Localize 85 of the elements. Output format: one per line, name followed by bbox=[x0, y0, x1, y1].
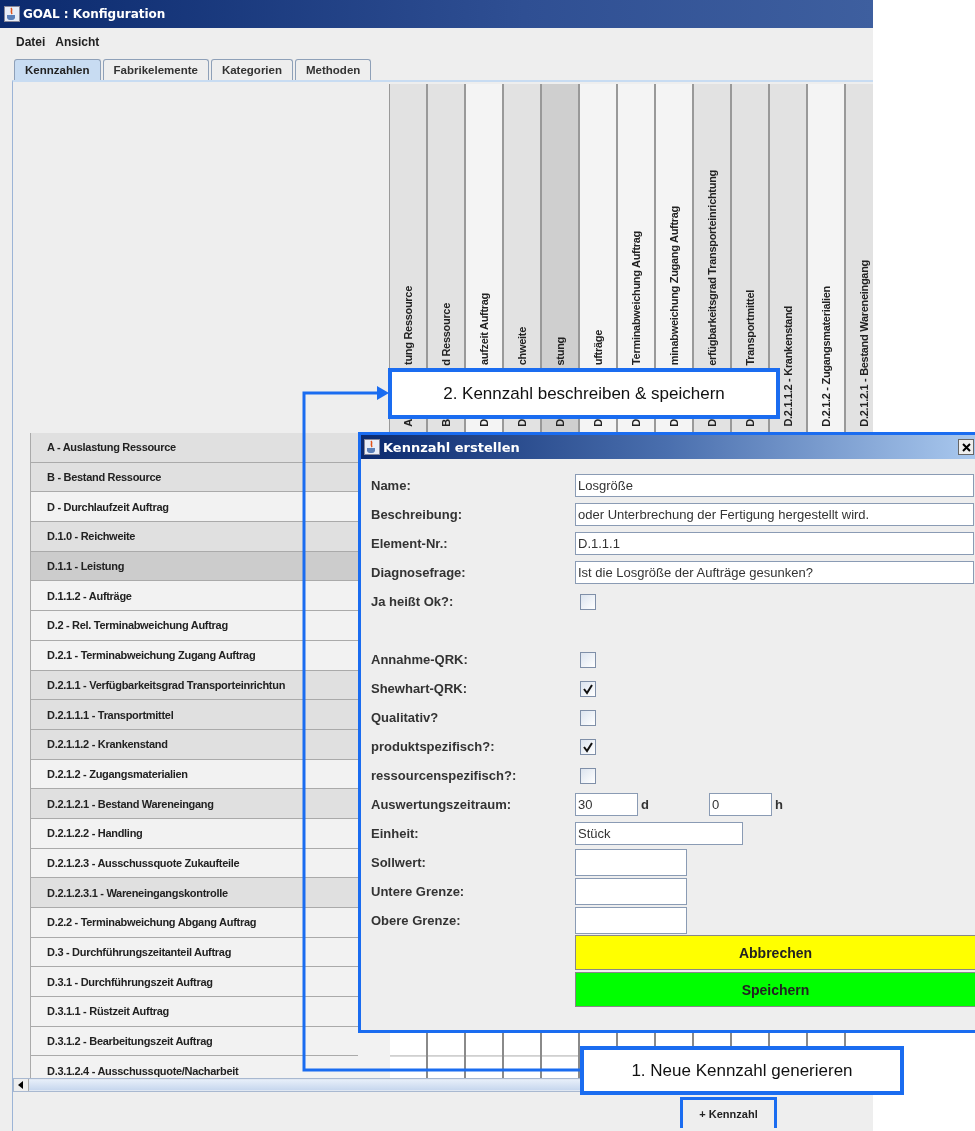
callout-tooltip: 1. Neue Kennzahl generieren bbox=[580, 1046, 904, 1095]
row-header[interactable]: D.2.1.2.3.1 - Wareneingangskontrolle bbox=[30, 878, 358, 908]
row-header[interactable]: D.2.1.2.1 - Bestand Wareneingang bbox=[30, 789, 358, 819]
dialog-title: Kennzahl erstellen bbox=[383, 439, 520, 455]
column-label: D bbox=[706, 419, 718, 427]
row-header[interactable]: D.2.1.1.1 - Transportmittel bbox=[30, 700, 358, 730]
row-header[interactable]: D.1.0 - Reichweite bbox=[30, 522, 358, 552]
menu-item[interactable]: Datei bbox=[16, 35, 46, 49]
input-field[interactable]: 0 bbox=[709, 793, 772, 816]
input-field[interactable]: oder Unterbrechung der Fertigung hergestellt wird. bbox=[575, 503, 974, 526]
column-label: erfügbarkeitsgrad Transporteinrichtung bbox=[706, 169, 718, 366]
row-header[interactable]: D.2.2 - Terminabweichung Abgang Auftrag bbox=[30, 908, 358, 938]
field-label: Element-Nr.: bbox=[371, 536, 449, 551]
cancel-button[interactable]: Abbrechen bbox=[575, 935, 975, 970]
row-header[interactable]: D.3 - Durchführungszeitanteil Auftrag bbox=[30, 937, 358, 968]
tab[interactable]: Kennzahlen bbox=[14, 59, 101, 80]
row-header[interactable]: D.1.1.2 - Aufträge bbox=[30, 581, 358, 612]
column-header[interactable]: D.2.1.2.1 - Bestand Wareneingang bbox=[846, 84, 873, 433]
column-label: stung bbox=[554, 336, 566, 366]
add-button[interactable]: + Kennzahl bbox=[680, 1097, 777, 1128]
field-label: produktspezifisch?: bbox=[371, 739, 496, 754]
column-header[interactable]: D.2.1.2 - Zugangsmaterialien bbox=[808, 84, 846, 433]
column-label: chweite bbox=[516, 327, 528, 366]
field-label: Name: bbox=[371, 478, 412, 493]
column-label: D.2.1.2.1 - Bestand Wareneingang bbox=[858, 260, 870, 427]
field-label: ressourcenspezifisch?: bbox=[371, 768, 518, 783]
input-field[interactable]: Stück bbox=[575, 822, 743, 845]
column-label: Transportmittel bbox=[744, 289, 756, 366]
column-label: D bbox=[478, 419, 490, 427]
column-label: tung Ressource bbox=[402, 286, 414, 366]
column-label: D.2.1.2 - Zugangsmaterialien bbox=[820, 286, 832, 427]
unit-label: d bbox=[640, 797, 650, 812]
field-label: Obere Grenze: bbox=[371, 913, 462, 928]
tab[interactable]: Methoden bbox=[295, 59, 372, 80]
column-label: aufzeit Auftrag bbox=[478, 293, 490, 366]
row-header[interactable]: B - Bestand Ressource bbox=[30, 462, 358, 493]
column-header[interactable]: D.2.1.1.2 - Krankenstand bbox=[770, 84, 808, 433]
field-label: Shewhart-QRK: bbox=[371, 681, 469, 696]
row-header[interactable]: D - Durchlaufzeit Auftrag bbox=[30, 492, 358, 523]
row-header[interactable]: D.3.1.1 - Rüstzeit Auftrag bbox=[30, 997, 358, 1027]
row-header[interactable]: D.3.1.2 - Bearbeitungszeit Auftrag bbox=[30, 1026, 358, 1057]
tab[interactable]: Kategorien bbox=[210, 59, 293, 80]
column-label: D bbox=[630, 419, 642, 427]
input-field[interactable]: Ist die Losgröße der Aufträge gesunken? bbox=[575, 561, 974, 584]
column-label: D bbox=[516, 419, 528, 427]
column-label: d Ressource bbox=[440, 302, 452, 366]
field-label: Auswertungszeitraum: bbox=[371, 797, 513, 812]
row-header[interactable]: D.2.1 - Terminabweichung Zugang Auftrag bbox=[30, 640, 358, 671]
field-label: Diagnosefrage: bbox=[371, 565, 467, 580]
row-header[interactable]: D.1.1 - Leistung bbox=[30, 551, 358, 582]
menu-item[interactable]: Ansicht bbox=[55, 35, 100, 49]
unit-label: h bbox=[774, 797, 784, 812]
column-label: B bbox=[440, 419, 452, 427]
input-field[interactable]: 30 bbox=[575, 793, 638, 816]
field-label: Einheit: bbox=[371, 826, 420, 841]
column-label: D bbox=[668, 419, 680, 427]
field-label: Beschreibung: bbox=[371, 507, 463, 522]
callout-tooltip: 2. Kennzahl beschreiben & speichern bbox=[388, 368, 780, 419]
column-label: minabweichung Zugang Auftrag bbox=[668, 206, 680, 366]
column-label: D.2.1.1.2 - Krankenstand bbox=[782, 306, 794, 427]
column-label: D bbox=[592, 419, 604, 427]
column-label: Terminabweichung Auftrag bbox=[630, 231, 642, 366]
column-label: D bbox=[744, 419, 756, 427]
row-header[interactable]: D.2.1.1 - Verfügbarkeitsgrad Transporteinrichtun bbox=[30, 670, 358, 701]
field-label: Untere Grenze: bbox=[371, 884, 466, 899]
field-label: Qualitativ? bbox=[371, 710, 440, 725]
row-header[interactable]: D.3.1 - Durchführungszeit Auftrag bbox=[30, 967, 358, 998]
row-header[interactable]: D.2 - Rel. Terminabweichung Auftrag bbox=[30, 611, 358, 641]
row-header[interactable]: D.2.1.2.3 - Ausschussquote Zukaufteile bbox=[30, 848, 358, 879]
window-title: GOAL : Konfiguration bbox=[23, 7, 166, 21]
field-label: Ja heißt Ok?: bbox=[371, 594, 455, 609]
input-field[interactable]: Losgröße bbox=[575, 474, 974, 497]
row-header[interactable]: A - Auslastung Ressource bbox=[30, 433, 358, 463]
row-header[interactable]: D.2.1.2 - Zugangsmaterialien bbox=[30, 759, 358, 790]
row-header[interactable]: D.2.1.1.2 - Krankenstand bbox=[30, 729, 358, 760]
row-header[interactable]: D.2.1.2.2 - Handling bbox=[30, 818, 358, 849]
column-label: A bbox=[402, 419, 414, 427]
field-label: Sollwert: bbox=[371, 855, 427, 870]
field-label: Annahme-QRK: bbox=[371, 652, 469, 667]
column-label: D bbox=[554, 419, 566, 427]
column-label: ufträge bbox=[592, 330, 604, 366]
save-button[interactable]: Speichern bbox=[575, 972, 975, 1007]
input-field[interactable]: D.1.1.1 bbox=[575, 532, 974, 555]
tab[interactable]: Fabrikelemente bbox=[102, 59, 209, 80]
row-header[interactable]: D.3.1.2.4 - Ausschussquote/Nacharbeit bbox=[30, 1056, 358, 1078]
